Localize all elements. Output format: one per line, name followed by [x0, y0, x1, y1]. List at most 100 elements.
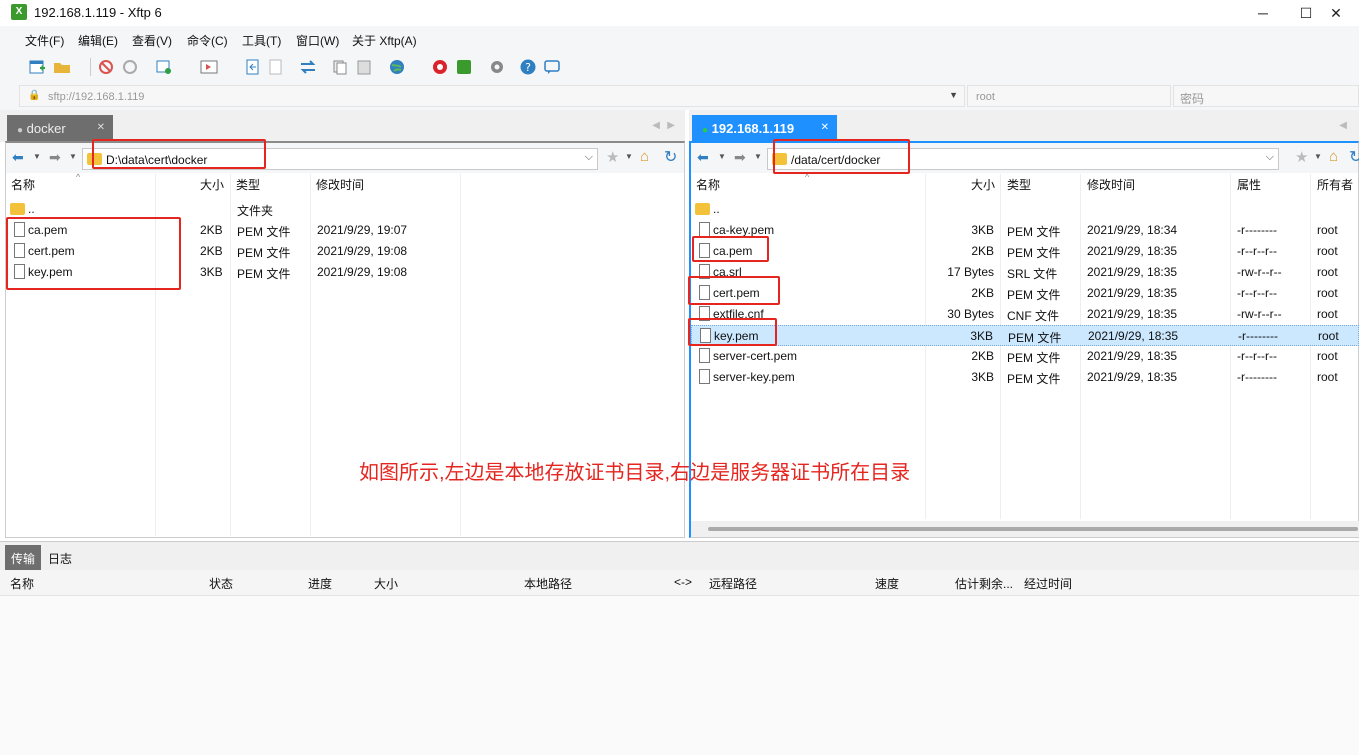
col-header-name[interactable]: 名称 — [10, 575, 34, 592]
back-arrow-icon[interactable]: ⬅ — [12, 149, 24, 166]
new-session-icon[interactable] — [28, 58, 46, 76]
chevron-down-icon[interactable]: ▼ — [718, 152, 726, 161]
col-header-remote-path[interactable]: 远程路径 — [709, 575, 757, 592]
chevron-down-icon[interactable]: ▼ — [625, 152, 633, 161]
tab-remote-host[interactable]: ● 192.168.1.119 ✕ — [692, 115, 837, 142]
reconnect-icon[interactable] — [121, 58, 139, 76]
col-header-attr[interactable]: 属性 — [1237, 176, 1261, 193]
home-folder-icon[interactable]: ⌂ — [640, 148, 649, 165]
forward-arrow-icon[interactable]: ➡ — [734, 149, 746, 166]
xftp-icon[interactable] — [455, 58, 473, 76]
table-row[interactable]: ca-key.pem 3KB PEM 文件 2021/9/29, 18:34 -r---… — [691, 220, 1359, 241]
cell-modified: 2021/9/29, 18:35 — [1088, 329, 1179, 343]
close-tab-icon[interactable]: ✕ — [97, 122, 105, 133]
chevron-down-icon[interactable]: ▼ — [949, 90, 958, 100]
help-icon[interactable]: ? — [519, 58, 537, 76]
bookmark-star-icon[interactable]: ★ — [1295, 148, 1308, 166]
col-header-local-path[interactable]: 本地路径 — [524, 575, 572, 592]
cell-owner: root — [1317, 349, 1338, 363]
table-row[interactable]: ca.pem 2KB PEM 文件 2021/9/29, 18:35 -r--r--r-… — [691, 241, 1359, 262]
chevron-down-icon[interactable]: ⌵ — [585, 151, 593, 164]
close-tab-icon[interactable]: ✕ — [821, 122, 829, 133]
col-header-size[interactable]: 大小 — [374, 575, 398, 592]
tab-scroll-right-icon[interactable]: ▶ — [667, 120, 675, 131]
cell-attr: -r--r--r-- — [1237, 244, 1277, 258]
copy-icon[interactable] — [331, 58, 349, 76]
chat-icon[interactable] — [543, 58, 561, 76]
col-header-direction[interactable]: <-> — [674, 575, 692, 589]
table-row[interactable]: cert.pem 2KB PEM 文件 2021/9/29, 18:35 -r--r--… — [691, 283, 1359, 304]
close-button[interactable]: ✕ — [1313, 2, 1359, 24]
col-header-type[interactable]: 类型 — [236, 176, 260, 193]
col-header-name[interactable]: 名称 — [11, 176, 35, 193]
col-header-type[interactable]: 类型 — [1007, 176, 1031, 193]
chevron-down-icon[interactable]: ⌵ — [1266, 151, 1274, 164]
bookmark-star-icon[interactable]: ★ — [606, 148, 619, 166]
download-icon[interactable] — [267, 58, 285, 76]
password-field[interactable]: 密码 — [1173, 85, 1359, 107]
menu-command[interactable]: 命令(C) — [187, 32, 228, 49]
list-item-parent[interactable]: .. — [691, 199, 1359, 220]
table-row[interactable]: server-cert.pem 2KB PEM 文件 2021/9/29, 18:35… — [691, 346, 1359, 367]
open-folder-icon[interactable] — [53, 58, 71, 76]
title-bar: X 192.168.1.119 - Xftp 6 ─ ☐ ✕ — [0, 0, 1359, 26]
col-header-size[interactable]: 大小 — [971, 176, 995, 193]
xshell-icon[interactable] — [431, 58, 449, 76]
tab-scroll-left-icon[interactable]: ◀ — [1339, 120, 1347, 131]
table-row[interactable]: key.pem 3KB PEM 文件 2021/9/29, 18:35 -r------… — [691, 325, 1359, 346]
cell-attr: -r-------- — [1237, 223, 1277, 237]
sync-icon[interactable] — [299, 58, 317, 76]
settings-gear-icon[interactable] — [488, 58, 506, 76]
window-title: 192.168.1.119 - Xftp 6 — [34, 5, 162, 20]
refresh-icon[interactable]: ↻ — [664, 147, 677, 167]
host-address-input[interactable]: 🔒 sftp://192.168.1.119 ▼ — [19, 85, 965, 107]
disconnect-icon[interactable] — [97, 58, 115, 76]
back-arrow-icon[interactable]: ⬅ — [697, 149, 709, 166]
col-header-modified[interactable]: 修改时间 — [1087, 176, 1135, 193]
terminal-icon[interactable] — [200, 58, 218, 76]
chevron-down-icon[interactable]: ▼ — [69, 152, 77, 161]
col-header-size[interactable]: 大小 — [200, 176, 224, 193]
col-header-owner[interactable]: 所有者 — [1317, 176, 1353, 193]
col-header-eta[interactable]: 估计剩余... — [955, 575, 1013, 592]
menu-about[interactable]: 关于 Xftp(A) — [352, 32, 417, 49]
col-header-status[interactable]: 状态 — [209, 575, 233, 592]
properties-icon[interactable] — [155, 58, 173, 76]
chevron-down-icon[interactable]: ▼ — [33, 152, 41, 161]
col-header-elapsed[interactable]: 经过时间 — [1024, 575, 1072, 592]
cell-modified: 2021/9/29, 18:35 — [1087, 244, 1178, 258]
table-row[interactable]: extfile.cnf 30 Bytes CNF 文件 2021/9/29, 18:3… — [691, 304, 1359, 325]
col-header-name[interactable]: 名称 — [696, 176, 720, 193]
menu-tools[interactable]: 工具(T) — [242, 32, 281, 49]
tab-label: 192.168.1.119 — [711, 121, 795, 136]
table-row[interactable]: server-key.pem 3KB PEM 文件 2021/9/29, 18:35 -… — [691, 367, 1359, 388]
cell-owner: root — [1318, 329, 1339, 343]
minimize-button[interactable]: ─ — [1240, 2, 1286, 24]
scrollbar-thumb[interactable] — [708, 527, 1358, 531]
globe-icon[interactable] — [388, 58, 406, 76]
table-row[interactable]: ca.srl 17 Bytes SRL 文件 2021/9/29, 18:35 -rw-… — [691, 262, 1359, 283]
tab-log[interactable]: 日志 — [43, 545, 79, 570]
tab-scroll-left-icon[interactable]: ◀ — [652, 120, 660, 131]
chevron-down-icon[interactable]: ▼ — [754, 152, 762, 161]
col-header-speed[interactable]: 速度 — [875, 575, 899, 592]
username-field[interactable]: root — [967, 85, 1171, 107]
menu-view[interactable]: 查看(V) — [132, 32, 172, 49]
cell-name: server-cert.pem — [713, 349, 798, 363]
menu-edit[interactable]: 编辑(E) — [78, 32, 118, 49]
cell-size: 3KB — [971, 370, 994, 384]
horizontal-scrollbar[interactable] — [691, 521, 1359, 537]
forward-arrow-icon[interactable]: ➡ — [49, 149, 61, 166]
menu-window[interactable]: 窗口(W) — [296, 32, 339, 49]
upload-icon[interactable] — [244, 58, 262, 76]
menu-file[interactable]: 文件(F) — [25, 32, 64, 49]
col-header-progress[interactable]: 进度 — [308, 575, 332, 592]
col-header-modified[interactable]: 修改时间 — [316, 176, 364, 193]
tab-transfer[interactable]: 传输 — [5, 545, 41, 570]
paste-icon[interactable] — [355, 58, 373, 76]
cell-owner: root — [1317, 244, 1338, 258]
home-folder-icon[interactable]: ⌂ — [1329, 148, 1338, 165]
tab-local-docker[interactable]: ● docker ✕ — [7, 115, 113, 142]
chevron-down-icon[interactable]: ▼ — [1314, 152, 1322, 161]
refresh-icon[interactable]: ↻ — [1349, 147, 1359, 167]
